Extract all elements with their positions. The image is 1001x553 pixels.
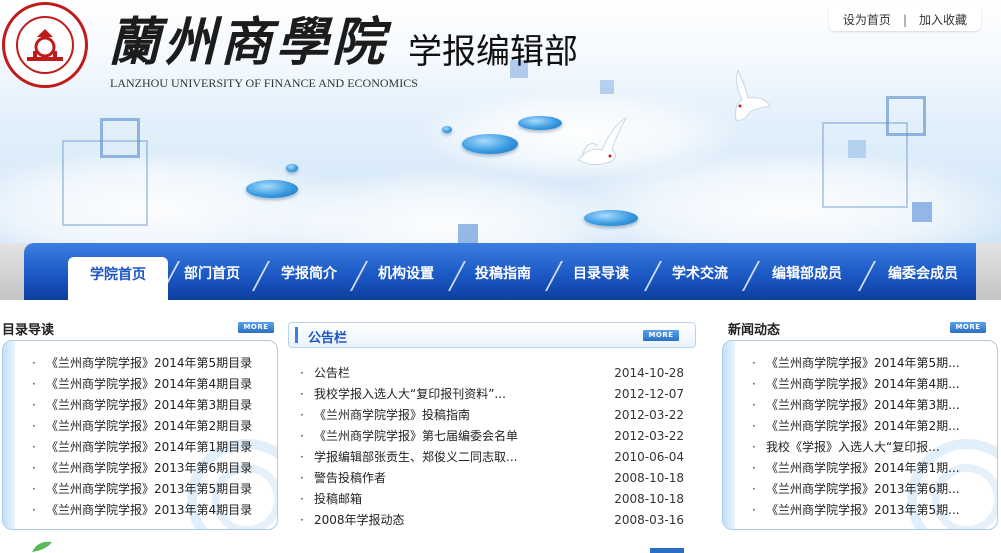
university-logo bbox=[2, 2, 88, 88]
nav-item-editorial-board[interactable]: 编委会成员 bbox=[878, 256, 968, 300]
water-drop bbox=[442, 126, 452, 133]
list-item[interactable]: · 《兰州商学院学报》2014年第4期... bbox=[752, 374, 992, 395]
list-item[interactable]: · 《兰州商学院学报》第七届编委会名单 2012-03-22 bbox=[300, 426, 684, 447]
notice-list: · 公告栏 2014-10-28 · 我校学报入选人大“复印报刊资料”... 2012-… bbox=[300, 363, 684, 531]
nav-item-journal-intro[interactable]: 学报简介 bbox=[272, 256, 346, 300]
square-decoration bbox=[848, 140, 866, 158]
water-drop bbox=[518, 116, 562, 130]
nav-right-cap bbox=[976, 243, 1001, 300]
list-item[interactable]: · 《兰州商学院学报》2013年第6期... bbox=[752, 479, 992, 500]
site-title: 蘭州商學院 bbox=[108, 12, 389, 73]
list-item[interactable]: · 《兰州商学院学报》2014年第5期... bbox=[752, 353, 992, 374]
list-item[interactable]: · 《兰州商学院学报》2014年第1期目录 bbox=[32, 437, 272, 458]
dove-icon bbox=[735, 70, 771, 121]
item-date: 2010-06-04 bbox=[614, 450, 684, 464]
water-drop bbox=[246, 180, 298, 198]
list-item[interactable]: · 《兰州商学院学报》2014年第3期... bbox=[752, 395, 992, 416]
more-button-partial bbox=[650, 548, 684, 553]
list-item[interactable]: · 《兰州商学院学报》2013年第6期目录 bbox=[32, 458, 272, 479]
list-item[interactable]: · 《兰州商学院学报》2014年第5期目录 bbox=[32, 353, 272, 374]
top-links: 设为首页 | 加入收藏 bbox=[828, 7, 981, 31]
news-title: 新闻动态 bbox=[728, 323, 781, 338]
list-item[interactable]: · 2008年学报动态 2008-03-16 bbox=[300, 510, 684, 531]
nav-item-department[interactable]: 部门首页 bbox=[175, 256, 249, 300]
list-item[interactable]: · 我校《学报》入选人大“复印报... bbox=[752, 437, 992, 458]
leaf-icon bbox=[32, 541, 52, 552]
square-decoration bbox=[458, 224, 478, 244]
box-left-bar bbox=[3, 341, 15, 529]
item-date: 2014-10-28 bbox=[614, 366, 684, 380]
add-favorite-link[interactable]: 加入收藏 bbox=[919, 13, 967, 27]
list-item[interactable]: · 《兰州商学院学报》2014年第2期... bbox=[752, 416, 992, 437]
nav-item-editorial-staff[interactable]: 编辑部成员 bbox=[762, 256, 852, 300]
water-drop bbox=[462, 134, 518, 154]
item-date: 2012-12-07 bbox=[614, 387, 684, 401]
notice-header bbox=[288, 322, 696, 348]
list-item[interactable]: · 《兰州商学院学报》投稿指南 2012-03-22 bbox=[300, 405, 684, 426]
water-drop bbox=[286, 164, 298, 172]
news-list: · 《兰州商学院学报》2014年第5期... · 《兰州商学院学报》2014年第4期… bbox=[752, 353, 992, 521]
list-item[interactable]: · 学报编辑部张贡生、郑俊义二同志取... 2010-06-04 bbox=[300, 447, 684, 468]
nav-item-catalog[interactable]: 目录导读 bbox=[564, 256, 638, 300]
water-drop bbox=[584, 210, 638, 226]
list-item[interactable]: · 《兰州商学院学报》2014年第1期... bbox=[752, 458, 992, 479]
catalog-more-button[interactable]: MORE bbox=[238, 322, 274, 333]
news-more-button[interactable]: MORE bbox=[950, 322, 986, 333]
list-item[interactable]: · 《兰州商学院学报》2014年第4期目录 bbox=[32, 374, 272, 395]
catalog-list: · 《兰州商学院学报》2014年第5期目录 · 《兰州商学院学报》2014年第4期目… bbox=[32, 353, 272, 521]
item-date: 2008-10-18 bbox=[614, 492, 684, 506]
logo-emblem-icon bbox=[16, 16, 74, 74]
list-item[interactable]: · 《兰州商学院学报》2013年第5期目录 bbox=[32, 479, 272, 500]
notice-accent-bar bbox=[295, 327, 298, 343]
list-item[interactable]: · 公告栏 2014-10-28 bbox=[300, 363, 684, 384]
list-item[interactable]: · 《兰州商学院学报》2013年第5期... bbox=[752, 500, 992, 521]
list-item[interactable]: · 投稿邮箱 2008-10-18 bbox=[300, 489, 684, 510]
item-date: 2008-10-18 bbox=[614, 471, 684, 485]
catalog-title: 目录导读 bbox=[2, 323, 55, 338]
nav-item-home[interactable]: 学院首页 bbox=[68, 257, 168, 300]
notice-title: 公告栏 bbox=[308, 331, 348, 346]
set-homepage-link[interactable]: 设为首页 bbox=[843, 13, 891, 27]
square-decoration bbox=[886, 96, 926, 136]
square-decoration bbox=[100, 118, 140, 158]
item-date: 2008-03-16 bbox=[614, 513, 684, 527]
notice-more-button[interactable]: MORE bbox=[643, 330, 679, 341]
item-date: 2012-03-22 bbox=[614, 408, 684, 422]
nav-item-organization[interactable]: 机构设置 bbox=[369, 256, 443, 300]
list-item[interactable]: · 我校学报入选人大“复印报刊资料”... 2012-12-07 bbox=[300, 384, 684, 405]
nav-item-submission-guide[interactable]: 投稿指南 bbox=[466, 256, 540, 300]
box-left-bar bbox=[723, 341, 735, 529]
list-item[interactable]: · 《兰州商学院学报》2014年第2期目录 bbox=[32, 416, 272, 437]
link-separator: | bbox=[902, 13, 907, 27]
site-title-english: LANZHOU UNIVERSITY OF FINANCE AND ECONOM… bbox=[110, 76, 418, 90]
dove-icon bbox=[577, 116, 628, 166]
list-item[interactable]: · 警告投稿作者 2008-10-18 bbox=[300, 468, 684, 489]
item-date: 2012-03-22 bbox=[614, 429, 684, 443]
nav-item-academic-exchange[interactable]: 学术交流 bbox=[663, 256, 737, 300]
list-item[interactable]: · 《兰州商学院学报》2014年第3期目录 bbox=[32, 395, 272, 416]
square-decoration bbox=[912, 202, 932, 222]
square-decoration bbox=[600, 80, 614, 94]
list-item[interactable]: · 《兰州商学院学报》2013年第4期目录 bbox=[32, 500, 272, 521]
site-subtitle: 学报编辑部 bbox=[408, 32, 578, 72]
